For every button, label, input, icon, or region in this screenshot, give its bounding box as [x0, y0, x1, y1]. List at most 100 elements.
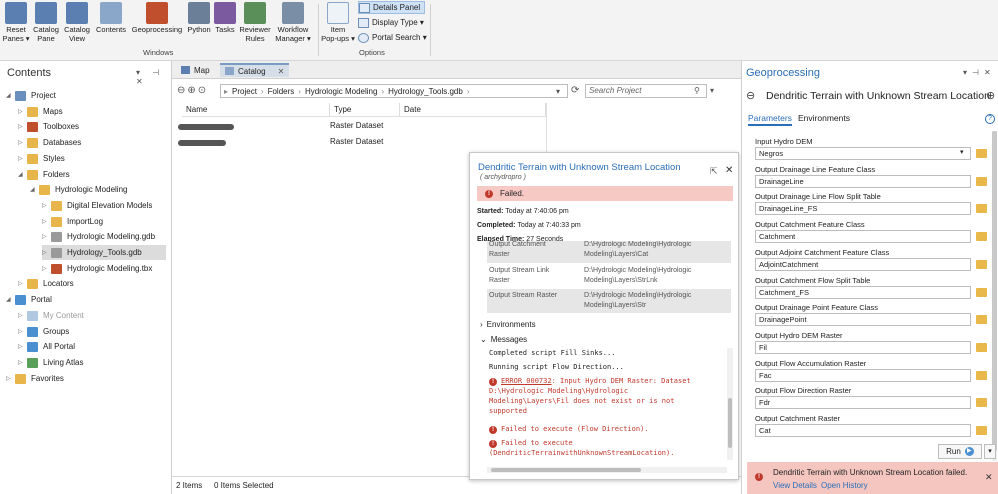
parameter-input[interactable]: Cat — [755, 424, 971, 437]
parameter-input[interactable]: DrainagePoint — [755, 313, 971, 326]
tree-item[interactable]: ▷ Styles — [18, 151, 65, 166]
tree-item[interactable]: ▷ Hydrologic Modeling.gdb — [42, 229, 155, 244]
column-date[interactable]: Date — [400, 103, 546, 116]
browse-folder-icon[interactable] — [976, 260, 987, 269]
browse-folder-icon[interactable] — [976, 426, 987, 435]
expand-icon[interactable]: ▷ — [42, 202, 51, 209]
details-panel-toggle[interactable]: Details Panel — [358, 1, 426, 14]
tree-item[interactable]: ◢ Portal — [6, 292, 52, 307]
catalog-pane-button[interactable]: Catalog Pane — [31, 2, 61, 43]
open-external-icon[interactable]: ⇱ — [710, 166, 718, 177]
tab-catalog[interactable]: Catalog ✕ — [220, 63, 290, 77]
popup-title[interactable]: Dendritic Terrain with Unknown Stream Lo… — [478, 162, 681, 173]
browse-folder-icon[interactable] — [976, 177, 987, 186]
tree-item[interactable]: ◢ Folders — [18, 167, 70, 182]
help-icon[interactable]: ? — [985, 114, 995, 124]
search-icon[interactable]: ⚲ — [694, 86, 700, 95]
tree-item[interactable]: ▷ All Portal — [18, 339, 75, 354]
expand-icon[interactable]: ▷ — [18, 108, 27, 115]
tree-item[interactable]: ▷ Living Atlas — [18, 355, 83, 370]
parameter-input[interactable]: Catchment — [755, 230, 971, 243]
run-dropdown[interactable]: ▾ — [984, 444, 996, 459]
collapse-icon[interactable]: ◢ — [18, 171, 27, 178]
tree-item[interactable]: ▷ ImportLog — [42, 214, 103, 229]
refresh-icon[interactable]: ⟳ — [571, 85, 579, 96]
expand-icon[interactable]: ▷ — [18, 359, 27, 366]
run-button[interactable]: Run ▶ — [938, 444, 982, 459]
browse-folder-icon[interactable] — [976, 315, 987, 324]
tree-item[interactable]: ▷ Digital Elevation Models — [42, 198, 152, 213]
table-row[interactable]: Raster Dataset — [178, 119, 546, 134]
workflow-manager-button[interactable]: Workflow Manager ▾ — [273, 2, 313, 43]
breadcrumb-project[interactable]: Project — [232, 87, 257, 96]
tree-item[interactable]: ▷ Groups — [18, 324, 69, 339]
column-type[interactable]: Type — [330, 103, 400, 116]
tree-item[interactable]: ▷ Hydrologic Modeling.tbx — [42, 261, 152, 276]
expand-icon[interactable]: ▷ — [42, 249, 51, 256]
forward-icon[interactable]: ⊕ — [187, 85, 197, 96]
parameter-input[interactable]: AdjointCatchment — [755, 258, 971, 271]
gp-scrollbar[interactable] — [992, 131, 997, 461]
add-icon[interactable]: ⊕ — [986, 89, 995, 102]
collapse-icon[interactable]: ◢ — [30, 186, 39, 193]
expand-icon[interactable]: ▷ — [18, 155, 27, 162]
browse-folder-icon[interactable] — [976, 288, 987, 297]
tab-parameters[interactable]: Parameters — [748, 113, 792, 126]
tab-map[interactable]: Map — [176, 63, 215, 77]
tree-item[interactable]: ◢ Hydrologic Modeling — [30, 182, 127, 197]
breadcrumb-folders[interactable]: Folders — [268, 87, 295, 96]
catalog-view-button[interactable]: Catalog View — [62, 2, 92, 43]
expand-icon[interactable]: ▷ — [18, 328, 27, 335]
back-icon[interactable]: ⊖ — [746, 89, 755, 102]
collapse-icon[interactable]: ◢ — [6, 92, 15, 99]
close-icon[interactable]: ✕ — [725, 165, 733, 176]
collapse-icon[interactable]: ◢ — [6, 296, 15, 303]
tree-item[interactable]: ▷ Toolboxes — [18, 119, 79, 134]
parameter-input[interactable]: Fdr — [755, 396, 971, 409]
tree-item[interactable]: ▷ Locators — [18, 276, 74, 291]
tree-item[interactable]: ▷ Databases — [18, 135, 81, 150]
back-icon[interactable]: ⊖ — [177, 85, 187, 96]
expand-icon[interactable]: ▷ — [18, 280, 27, 287]
item-popups-button[interactable]: Item Pop-ups ▾ — [320, 2, 356, 43]
column-name[interactable]: Name — [182, 103, 330, 116]
tree-item[interactable]: ▷ My Content — [18, 308, 84, 323]
expand-icon[interactable]: ▷ — [42, 218, 51, 225]
parameter-input[interactable]: Fac — [755, 369, 971, 382]
messages-expander[interactable]: ⌄ Messages — [480, 335, 527, 344]
scroll-thumb[interactable] — [992, 131, 997, 451]
expand-icon[interactable]: ▷ — [18, 343, 27, 350]
expand-icon[interactable]: ▷ — [6, 375, 15, 382]
view-details-link[interactable]: View Details — [773, 481, 817, 490]
gp-pane-controls[interactable]: ▾⊣✕ — [963, 68, 996, 77]
search-input[interactable]: Search Project — [585, 84, 707, 98]
parameter-input[interactable]: Catchment_FS — [755, 286, 971, 299]
scroll-thumb[interactable] — [491, 468, 641, 472]
breadcrumb-hydrologic-modeling[interactable]: Hydrologic Modeling — [305, 87, 377, 96]
horizontal-scrollbar[interactable] — [487, 467, 727, 473]
geoprocessing-button[interactable]: Geoprocessing — [130, 2, 184, 34]
breadcrumb[interactable]: ▸ Project › Folders › Hydrologic Modeling ›… — [220, 84, 568, 98]
chevron-down-icon[interactable]: ▾ — [960, 148, 964, 156]
expand-icon[interactable]: ▷ — [18, 312, 27, 319]
tasks-button[interactable]: Tasks — [214, 2, 236, 34]
parameter-input[interactable]: Negros — [755, 147, 971, 160]
expand-icon[interactable]: ▷ — [18, 139, 27, 146]
browse-folder-icon[interactable] — [976, 398, 987, 407]
parameter-input[interactable]: DrainageLine_FS — [755, 202, 971, 215]
tree-item[interactable]: ▷ Maps — [18, 104, 63, 119]
path-dropdown-icon[interactable]: ▾ — [556, 87, 560, 96]
search-dropdown-icon[interactable]: ▾ — [710, 86, 714, 95]
expand-icon[interactable]: ▷ — [18, 123, 27, 130]
environments-expander[interactable]: › Environments — [480, 320, 536, 329]
tree-item[interactable]: ◢ Project — [6, 88, 56, 103]
tab-close-icon[interactable]: ✕ — [278, 67, 285, 76]
error-code-link[interactable]: ERROR 000732 — [501, 377, 552, 385]
contents-pane-controls[interactable]: ▾ ⊣ ✕ — [136, 68, 171, 86]
browse-folder-icon[interactable] — [976, 204, 987, 213]
browse-folder-icon[interactable] — [976, 232, 987, 241]
breadcrumb-hydrology-tools[interactable]: Hydrology_Tools.gdb — [388, 87, 463, 96]
parameter-input[interactable]: Fil — [755, 341, 971, 354]
display-type-dropdown[interactable]: Display Type ▾ — [358, 16, 424, 29]
scroll-thumb[interactable] — [728, 398, 732, 448]
